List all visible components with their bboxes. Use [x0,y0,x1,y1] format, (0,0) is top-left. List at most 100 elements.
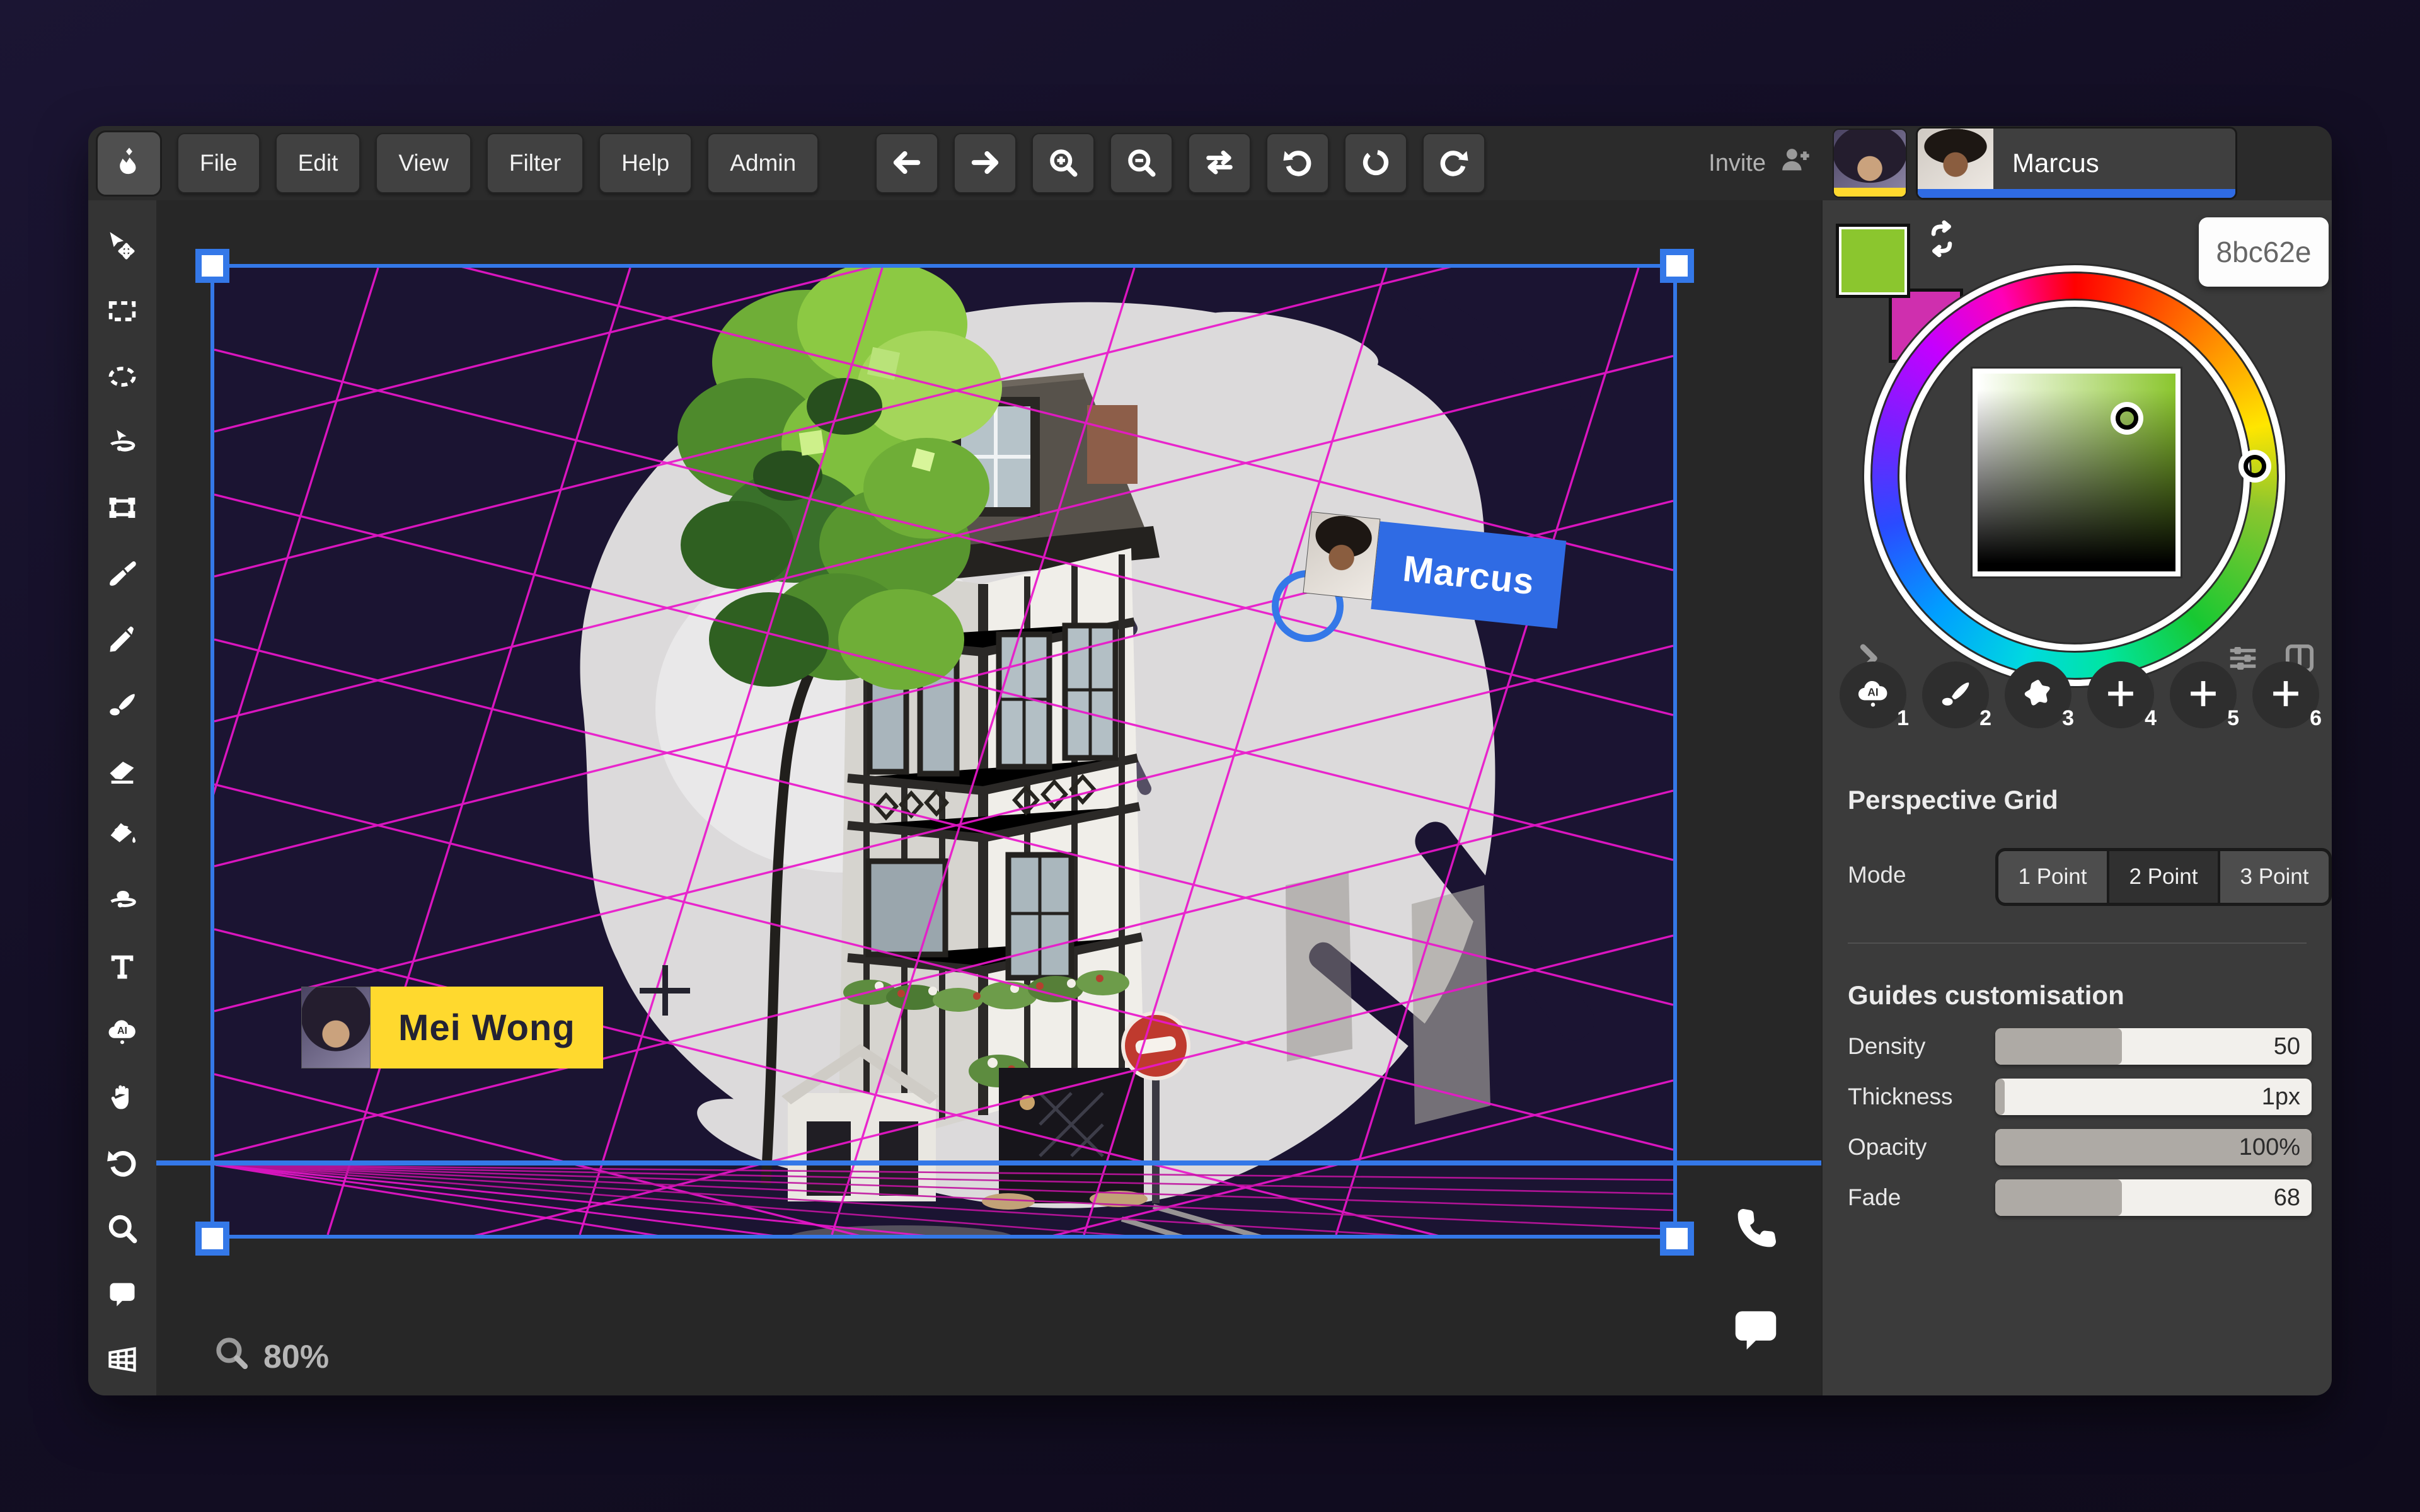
tool-lasso[interactable] [95,411,149,476]
zoom-out-icon [1125,146,1158,181]
menu-file[interactable]: File [177,133,260,193]
tool-text[interactable] [95,935,149,1000]
tool-zoom[interactable] [95,1197,149,1263]
brush-slot-3-star[interactable]: 3 [2005,662,2071,728]
hex-color-value[interactable]: 8bc62e [2199,217,2329,287]
plus-icon [2186,676,2221,714]
brush-slot-2-brush[interactable]: 2 [1922,662,1989,728]
brush-slot-6-empty[interactable]: 6 [2252,662,2319,728]
tool-marquee-rect[interactable] [95,280,149,345]
fade-value: 68 [2274,1179,2300,1216]
call-button[interactable] [1729,1202,1783,1259]
slider-fill [1995,1028,2122,1065]
tool-eyedropper[interactable] [95,542,149,607]
density-label: Density [1848,1033,1925,1060]
zoom-in-button[interactable] [1032,133,1095,193]
tool-comment[interactable] [95,1263,149,1328]
hue-picker-handle[interactable] [2244,455,2266,478]
user-color-bar-mei [1834,188,1906,197]
pencil-icon [106,622,139,658]
brush-slot-4-empty[interactable]: 4 [2087,662,2154,728]
invite-button[interactable]: Invite [1708,142,1812,184]
tool-fill[interactable] [95,804,149,869]
zoom-out-button[interactable] [1110,133,1173,193]
properties-panel: 8bc62e AI 1 2 [1821,200,2332,1395]
tool-transform[interactable] [95,476,149,542]
mode-label: Mode [1848,862,1906,888]
brush-slot-1-ai[interactable]: AI 1 [1840,662,1906,728]
zoom-level-value: 80% [263,1338,329,1376]
mei-crosshair-cursor [640,965,690,1016]
swap-colors-icon[interactable] [1922,219,1961,261]
thickness-value: 1px [2262,1079,2300,1115]
tool-ai[interactable]: AI [95,1000,149,1066]
plus-icon [2268,676,2303,714]
tool-perspective-grid[interactable] [95,1328,149,1394]
opacity-label: Opacity [1848,1134,1927,1160]
tool-move[interactable] [95,214,149,280]
fade-slider[interactable]: 68 [1995,1179,2312,1216]
menu-edit[interactable]: Edit [275,133,361,193]
artboard[interactable] [214,268,1673,1235]
menu-view[interactable]: View [376,133,471,193]
refresh-circle-icon [1359,146,1392,181]
user-avatar-mei[interactable] [1833,129,1907,198]
paint-bucket-icon [106,819,139,855]
canvas-workspace[interactable]: Marcus Mei Wong 80% [156,200,1821,1395]
tool-undo[interactable] [95,1131,149,1197]
chat-button[interactable] [1729,1302,1783,1360]
menu-admin[interactable]: Admin [707,133,819,193]
selection-handle-bottom-right[interactable] [1660,1222,1694,1256]
refresh-button[interactable] [1344,133,1407,193]
mode-2-point-button[interactable]: 2 Point [2109,851,2218,903]
app-logo-button[interactable] [96,130,162,197]
eraser-icon [106,753,139,789]
brush-slot-5-empty[interactable]: 5 [2170,662,2237,728]
redo-button[interactable] [1422,133,1485,193]
tool-brush[interactable] [95,673,149,738]
density-slider[interactable]: 50 [1995,1028,2312,1065]
thickness-slider[interactable]: 1px [1995,1079,2312,1115]
selection-handle-top-right[interactable] [1660,249,1694,283]
undo-arc-icon [106,1147,139,1183]
forward-button[interactable] [954,133,1017,193]
mode-3-point-button[interactable]: 3 Point [2220,851,2329,903]
fade-label: Fade [1848,1184,1901,1211]
perspective-grid-icon [106,1343,139,1379]
undo-button[interactable] [1266,133,1329,193]
active-user-tile[interactable]: Marcus [1916,127,2237,200]
menu-filter[interactable]: Filter [487,133,584,193]
collaborator-name-tag: Mei Wong [371,987,603,1068]
opacity-slider[interactable]: 100% [1995,1129,2312,1166]
foreground-color-swatch[interactable] [1836,224,1910,298]
saturation-value-square[interactable] [1973,369,2181,576]
tool-eraser[interactable] [95,738,149,804]
swap-horizontal-icon [1203,146,1236,181]
person-add-icon [1777,142,1812,184]
smudge-icon [106,885,139,920]
text-icon [106,950,139,986]
zoom-level-indicator[interactable]: 80% [213,1334,329,1379]
back-button[interactable] [875,133,938,193]
arrow-left-icon [890,146,923,181]
painting-house-illustration [214,268,1673,1235]
mode-1-point-button[interactable]: 1 Point [1998,851,2107,903]
tool-pencil[interactable] [95,607,149,673]
guides-customisation-heading: Guides customisation [1848,980,2124,1011]
swap-button[interactable] [1188,133,1251,193]
tool-hand[interactable] [95,1066,149,1131]
color-sliders-icon[interactable] [2226,641,2260,679]
menu-help[interactable]: Help [599,133,692,193]
tool-marquee-ellipse[interactable] [95,345,149,411]
tool-smudge[interactable] [95,869,149,935]
brush-icon [106,688,139,724]
density-value: 50 [2274,1028,2300,1065]
density-slider-row: Density 50 [1823,1028,2332,1068]
horizon-guide-line[interactable] [156,1160,1821,1166]
selection-handle-top-left[interactable] [195,249,229,283]
sv-picker-handle[interactable] [2116,407,2138,430]
selection-handle-bottom-left[interactable] [195,1222,229,1256]
ai-cloud-icon: AI [1855,676,1891,714]
user-color-bar-marcus [1918,189,2235,198]
app-stage: File Edit View Filter Help Admin [0,0,2420,1512]
